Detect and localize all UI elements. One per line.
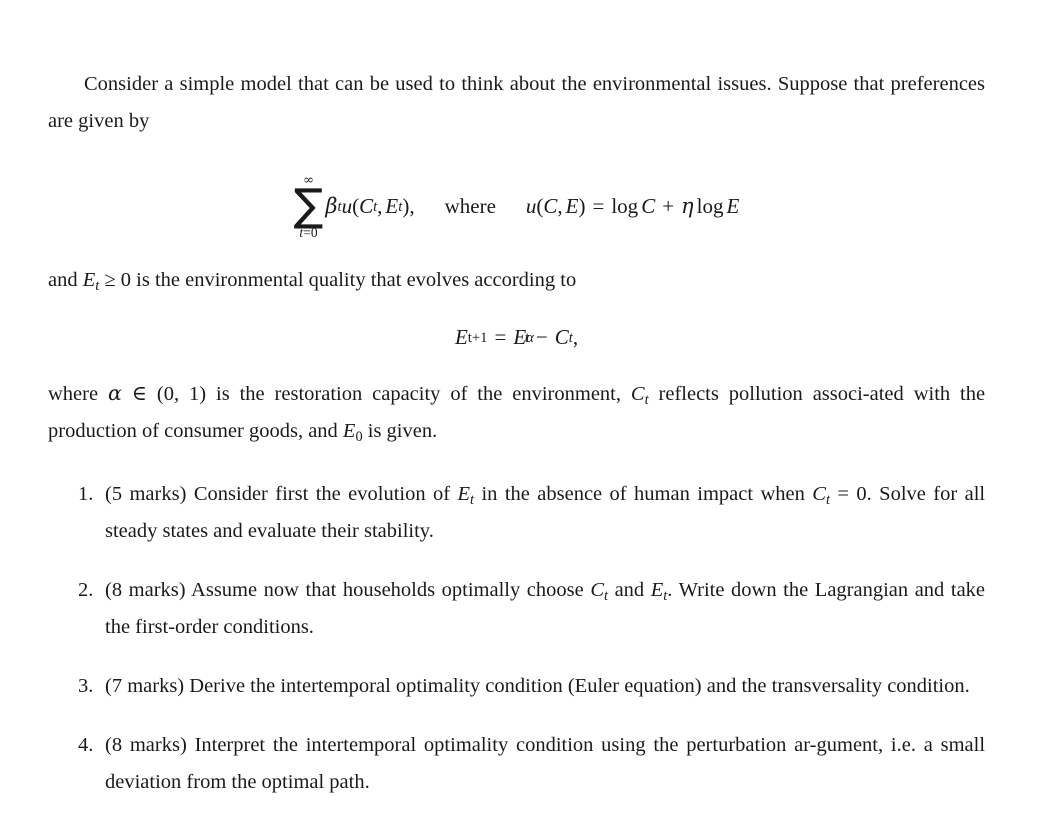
inline-math-Et: Et (82, 268, 100, 294)
trailing-comma: , (409, 194, 415, 219)
log-operator-2: log (696, 194, 724, 219)
environment-quality-paragraph: and Et ≥ 0 is the environmental quality … (48, 262, 985, 299)
log-argument-2: E (726, 194, 740, 219)
environment-symbol: E (385, 194, 399, 219)
eta-symbol: η (681, 194, 694, 219)
question-marker-1: 1. (78, 483, 94, 506)
sum-lower-limit-equals: = (303, 225, 311, 241)
equals-sign: = (837, 483, 849, 506)
interval-low: 0 (163, 383, 174, 406)
equals-sign: = (592, 194, 605, 219)
parameters-paragraph: where α ∈ (0, 1) is the restoration capa… (48, 375, 985, 450)
question-item-2: 2. (8 marks) Assume now that households o… (48, 572, 985, 646)
consumption-subscript: t (825, 492, 830, 509)
is-given-text: is given. (367, 420, 438, 443)
consumption-symbol: C (630, 383, 645, 406)
intro-paragraph: Consider a simple model that can be used… (48, 66, 985, 140)
environment-symbol: E (457, 483, 471, 506)
summation-operator: ∞ ∑ t=0 (294, 174, 324, 240)
intro-line-1: Consider a simple model that can be used… (84, 73, 772, 95)
environment-subscript: t (470, 492, 475, 509)
log-operator-1: log (611, 194, 639, 219)
inline-math-alpha-range: α ∈ (0, 1) (108, 381, 207, 406)
question-list: 1. (5 marks) Consider first the evolution… (48, 476, 985, 801)
law-of-motion-body: Et+1 = Eα t − Ct, (454, 324, 579, 349)
consumption-symbol: C (359, 194, 374, 219)
inline-math-Ct-equals-zero: Ct = 0. (812, 483, 872, 509)
minus-sign: − (535, 324, 548, 349)
consumption-symbol-2: C (543, 194, 558, 219)
inline-math-Et: Et (650, 579, 668, 603)
question-marker-3: 3. (78, 675, 94, 698)
interval-high: 1 (189, 383, 200, 406)
question-conjunction-2: and (614, 579, 645, 602)
element-of-icon: ∈ (131, 383, 147, 406)
question-marks-3: (7 marks) (105, 675, 185, 698)
utility-function-symbol: u (341, 194, 353, 219)
initial-period-subscript: 0 (355, 429, 363, 446)
utility-fn-symbol-2: u (525, 194, 537, 219)
law-of-motion-equation: Et+1 = Eα t − Ct, (48, 324, 985, 349)
question-marks-4: (8 marks) (105, 734, 187, 757)
paren-open-2: ( (536, 194, 544, 219)
zero-value: 0. (856, 483, 872, 506)
consumption-symbol: C (812, 483, 826, 506)
question-item-1: 1. (5 marks) Consider first the evolution… (48, 476, 985, 550)
inline-math-E0: E0 (342, 420, 363, 446)
paren-close: ) (402, 194, 410, 219)
sigma-icon: ∑ (293, 180, 324, 231)
restoration-capacity-text: is the restoration capacity of the envir… (216, 383, 621, 406)
log-argument-1: C (641, 194, 656, 219)
arg-comma-2: , (557, 194, 563, 219)
question-item-3: 3. (7 marks) Derive the intertemporal opt… (48, 668, 985, 705)
paren-close-2: ) (578, 194, 586, 219)
objective-equation: ∞ ∑ t=0 β t u(Ct, Et), where u(C, E) = log C + η log… (48, 166, 985, 240)
where-word: where (48, 383, 99, 406)
question-text-4a: Interpret the intertemporal optimality c… (194, 734, 817, 757)
inline-math-Ct: Ct (590, 579, 608, 605)
question-text-1b: in the absence of human impact when (481, 483, 805, 506)
environment-symbol: E (82, 268, 96, 291)
alpha-symbol: α (108, 381, 122, 406)
consumption-symbol: C (590, 579, 604, 602)
environment-symbol: E (342, 420, 356, 443)
question-marks-2: (8 marks) (105, 579, 186, 602)
paragraph-prefix: and (48, 268, 78, 291)
environment-symbol-lhs: E (454, 324, 468, 349)
paren-open: ( (352, 194, 360, 219)
sum-lower-limit: t=0 (299, 226, 317, 240)
question-marker-2: 2. (78, 579, 94, 602)
arg-comma: , (377, 194, 383, 219)
consumption-subscript: t (604, 588, 608, 605)
question-text-1a: Consider first the evolution of (193, 483, 451, 506)
question-text-3a: Derive the intertemporal optimality cond… (189, 675, 767, 698)
paragraph-suffix: ≥ 0 is the environmental quality that ev… (104, 268, 577, 291)
environment-symbol: E (650, 579, 664, 602)
inline-math-Ct: Ct (630, 383, 649, 409)
where-keyword: where (444, 194, 496, 219)
question-text-2a: Assume now that households optimally cho… (191, 579, 584, 602)
environment-subscript: t (95, 277, 100, 294)
trailing-comma: , (572, 324, 579, 349)
consumption-symbol-rhs: C (554, 324, 569, 349)
equals-sign: = (494, 324, 507, 349)
question-item-4: 4. (8 marks) Interpret the intertemporal … (48, 727, 985, 801)
sum-lower-limit-value: 0 (310, 225, 318, 241)
alpha-interval: (0, 1) (156, 383, 207, 406)
consumption-subscript: t (644, 392, 649, 409)
document-page: Consider a simple model that can be used… (0, 0, 1040, 827)
environment-symbol-2: E (565, 194, 579, 219)
objective-equation-body: ∞ ∑ t=0 β t u(Ct, Et), where u(C, E) = log C + η log… (293, 173, 740, 241)
beta-symbol: β (325, 194, 338, 219)
question-text-3b: transversality condition. (771, 675, 970, 698)
question-marks-1: (5 marks) (105, 483, 187, 506)
question-marker-4: 4. (78, 734, 94, 757)
question-text-2b: . Write down the (667, 579, 809, 602)
inline-math-Et: Et (457, 483, 475, 509)
plus-sign: + (662, 194, 675, 219)
pollution-text: reflects pollution associ- (658, 383, 870, 406)
